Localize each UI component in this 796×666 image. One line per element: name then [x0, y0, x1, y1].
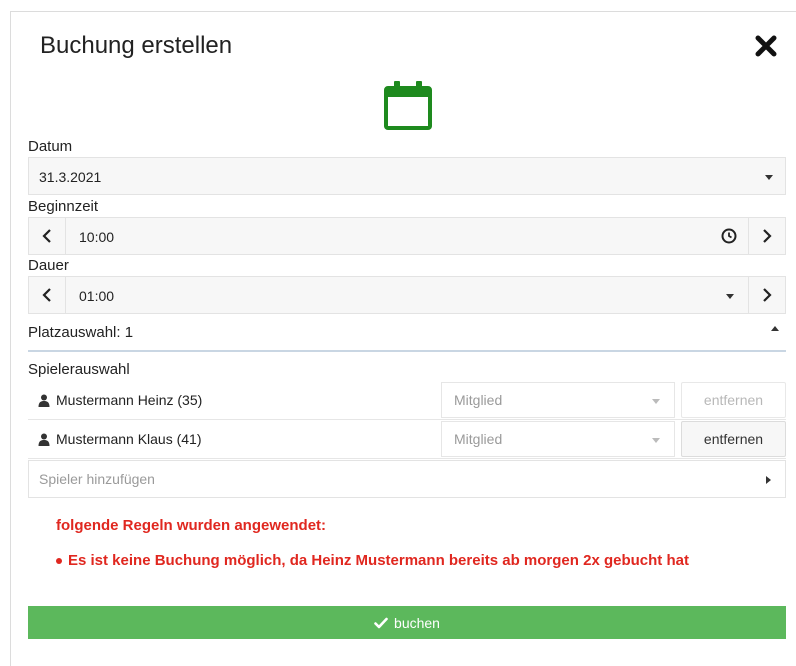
date-value: 31.3.2021 — [39, 169, 102, 185]
court-selection-toggle[interactable]: Platzauswahl: 1 — [28, 324, 133, 341]
duration-field: 01:00 — [28, 276, 786, 314]
player-role-select[interactable]: Mitglied — [441, 421, 675, 457]
start-time-prev-button[interactable] — [29, 218, 66, 254]
chevron-left-icon — [42, 288, 51, 302]
chevron-right-icon — [763, 229, 772, 243]
remove-player-button[interactable]: entfernen — [681, 382, 786, 418]
user-icon — [38, 433, 50, 446]
dialog-title: Buchung erstellen — [40, 32, 233, 59]
add-player-select[interactable]: Spieler hinzufügen — [28, 460, 786, 498]
duration-prev-button[interactable] — [29, 277, 66, 313]
user-icon — [38, 394, 50, 407]
section-divider — [28, 350, 786, 352]
player-role-select[interactable]: Mitglied — [441, 382, 675, 418]
player-name-wrap: Mustermann Heinz (35) — [38, 392, 202, 408]
check-icon — [374, 617, 388, 628]
start-time-value[interactable]: 10:00 — [79, 229, 114, 245]
clock-icon[interactable] — [721, 228, 737, 244]
dialog-border-top — [10, 11, 796, 12]
caret-down-icon — [652, 438, 660, 443]
player-row: Mustermann Klaus (41) Mitglied entfernen — [28, 421, 786, 459]
player-name-wrap: Mustermann Klaus (41) — [38, 431, 202, 447]
rule-text: Es ist keine Buchung möglich, da Heinz M… — [68, 552, 689, 569]
caret-right-icon — [766, 476, 771, 484]
player-name: Mustermann Klaus (41) — [56, 431, 202, 447]
duration-next-button[interactable] — [748, 277, 785, 313]
player-name: Mustermann Heinz (35) — [56, 392, 203, 408]
player-role-value: Mitglied — [454, 392, 503, 408]
close-icon[interactable] — [752, 32, 780, 60]
date-select[interactable]: 31.3.2021 — [28, 157, 786, 195]
duration-label: Dauer — [28, 257, 69, 274]
book-button-label: buchen — [394, 614, 440, 631]
rule-item: Es ist keine Buchung möglich, da Heinz M… — [56, 551, 708, 570]
calendar-icon — [384, 81, 432, 130]
caret-up-icon[interactable] — [771, 326, 779, 331]
caret-down-icon — [652, 399, 660, 404]
caret-down-icon — [765, 175, 773, 180]
player-role-value: Mitglied — [454, 431, 503, 447]
caret-down-icon[interactable] — [726, 294, 734, 299]
chevron-right-icon — [763, 288, 772, 302]
start-time-field: 10:00 — [28, 217, 786, 255]
book-button[interactable]: buchen — [28, 606, 786, 639]
start-time-label: Beginnzeit — [28, 198, 99, 215]
players-label: Spielerauswahl — [28, 361, 130, 378]
dialog-border-left — [10, 11, 11, 666]
date-label: Datum — [28, 138, 73, 155]
start-time-next-button[interactable] — [748, 218, 785, 254]
bullet-icon — [56, 558, 62, 564]
remove-player-button[interactable]: entfernen — [681, 421, 786, 457]
add-player-placeholder: Spieler hinzufügen — [39, 471, 155, 487]
player-row: Mustermann Heinz (35) Mitglied entfernen — [28, 382, 786, 420]
rules-title: folgende Regeln wurden angewendet: — [56, 517, 327, 534]
chevron-left-icon — [42, 229, 51, 243]
duration-value[interactable]: 01:00 — [79, 288, 114, 304]
